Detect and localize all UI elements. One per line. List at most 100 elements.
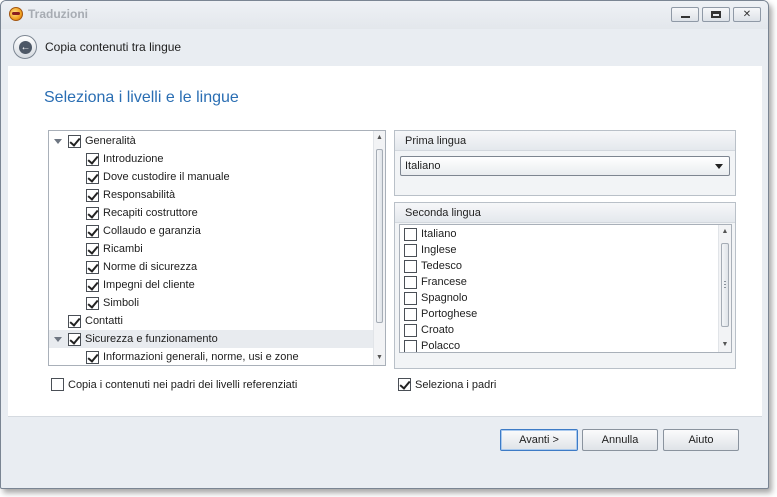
tree-item-label: Collaudo e garanzia [103, 225, 201, 237]
next-button[interactable]: Avanti > [500, 429, 578, 451]
tree-item-label: Generalità [85, 135, 136, 147]
tree-item-checkbox[interactable] [86, 189, 99, 202]
first-language-select[interactable]: Italiano [400, 156, 730, 176]
language-checkbox[interactable] [404, 292, 417, 305]
tree-item-checkbox[interactable] [86, 297, 99, 310]
close-button[interactable]: ✕ [733, 7, 761, 22]
language-item[interactable]: Francese [400, 274, 718, 290]
tree-scroll-thumb[interactable] [376, 149, 383, 323]
language-label: Italiano [421, 228, 457, 240]
tree-item[interactable]: Recapiti costruttore [49, 204, 374, 222]
tree-item[interactable]: Impegni del cliente [49, 276, 374, 294]
levels-tree[interactable]: Informazioni generali, norme, usi e zone… [48, 130, 386, 366]
language-checkbox[interactable] [404, 308, 417, 321]
tree-item-label: Recapiti costruttore [103, 207, 198, 219]
tree-item-checkbox[interactable] [86, 279, 99, 292]
back-arrow-icon: ← [19, 41, 32, 54]
wizard-header: ← Copia contenuti tra lingue [8, 29, 762, 66]
copy-parents-checkbox[interactable] [51, 378, 64, 391]
tree-item[interactable]: Informazioni generali, norme, usi e zone [49, 348, 374, 365]
maximize-button[interactable] [702, 7, 730, 22]
tree-item-checkbox[interactable] [86, 153, 99, 166]
tree-scroll-down[interactable]: ▼ [374, 351, 385, 365]
first-language-header: Prima lingua [395, 131, 735, 151]
page-title: Seleziona i livelli e le lingue [44, 89, 239, 106]
minimize-button[interactable] [671, 7, 699, 22]
wizard-footer: Avanti > Annulla Aiuto [8, 416, 762, 482]
title-bar[interactable]: Traduzioni ✕ [1, 1, 768, 29]
language-checkbox[interactable] [404, 340, 417, 352]
tree-item[interactable]: Dove custodire il manuale [49, 168, 374, 186]
tree-item[interactable]: Generalità [49, 132, 374, 150]
tree-item-label: Sicurezza e funzionamento [85, 333, 218, 345]
content-panel: Seleziona i livelli e le lingue Informaz… [8, 66, 762, 416]
tree-item[interactable]: Sicurezza e funzionamento [49, 330, 374, 348]
tree-item-label: Impegni del cliente [103, 279, 195, 291]
tree-item-label: Contatti [85, 315, 123, 327]
tree-item-checkbox[interactable] [68, 135, 81, 148]
tree-item-checkbox[interactable] [86, 351, 99, 364]
select-parents-checkbox[interactable] [398, 378, 411, 391]
tree-scrollbar[interactable]: ▲ ▼ [373, 131, 385, 365]
language-label: Portoghese [421, 308, 478, 320]
maximize-icon [711, 11, 721, 18]
language-label: Polacco [421, 340, 461, 352]
tree-item[interactable]: Contatti [49, 312, 374, 330]
tree-item-checkbox[interactable] [86, 171, 99, 184]
tree-item-checkbox[interactable] [86, 225, 99, 238]
language-label: Francese [421, 276, 467, 288]
language-label: Inglese [421, 244, 457, 256]
language-item[interactable]: Croato [400, 322, 718, 338]
tree-item-checkbox[interactable] [68, 315, 81, 328]
tree-item[interactable]: Introduzione [49, 150, 374, 168]
back-button[interactable]: ← [13, 35, 37, 59]
tree-item[interactable]: Norme di sicurezza [49, 258, 374, 276]
tree-item-label: Norme di sicurezza [103, 261, 198, 273]
language-checkbox[interactable] [404, 228, 417, 241]
language-scroll-up[interactable]: ▲ [719, 225, 731, 239]
first-language-group: Prima lingua Italiano [394, 130, 736, 196]
language-item[interactable]: Tedesco [400, 258, 718, 274]
tree-item-label: Ricambi [103, 243, 143, 255]
language-checkbox[interactable] [404, 276, 417, 289]
language-checkbox[interactable] [404, 244, 417, 257]
language-scroll-down[interactable]: ▼ [719, 338, 731, 352]
tree-item[interactable]: Ricambi [49, 240, 374, 258]
second-language-list[interactable]: Polacco Croato Portoghese Spagnolo Francese T… [399, 224, 732, 353]
language-label: Tedesco [421, 260, 462, 272]
language-scrollbar[interactable]: ▲ ▼ [718, 225, 731, 352]
tree-item-checkbox[interactable] [86, 243, 99, 256]
tree-scroll-up[interactable]: ▲ [374, 131, 385, 145]
language-item[interactable]: Portoghese [400, 306, 718, 322]
tree-item-checkbox[interactable] [86, 261, 99, 274]
cancel-button[interactable]: Annulla [582, 429, 658, 451]
tree-item[interactable]: Responsabilità [49, 186, 374, 204]
language-scroll-thumb[interactable] [721, 243, 729, 327]
first-language-label: Prima lingua [405, 135, 467, 147]
help-button[interactable]: Aiuto [663, 429, 739, 451]
language-item[interactable]: Polacco [400, 338, 718, 352]
first-language-value: Italiano [405, 160, 441, 172]
tree-item-label: Informazioni generali, norme, usi e zone [103, 351, 299, 363]
second-language-label: Seconda lingua [405, 207, 481, 219]
select-parents-label: Seleziona i padri [415, 379, 497, 391]
grip-icon [724, 281, 726, 288]
tree-item-checkbox[interactable] [86, 207, 99, 220]
copy-parents-label: Copia i contenuti nei padri dei livelli … [68, 379, 298, 391]
tree-item-label: Dove custodire il manuale [103, 171, 230, 183]
language-checkbox[interactable] [404, 260, 417, 273]
tree-item[interactable]: Simboli [49, 294, 374, 312]
language-checkbox[interactable] [404, 324, 417, 337]
expand-arrow-icon[interactable] [54, 337, 62, 342]
header-title: Copia contenuti tra lingue [45, 40, 182, 54]
language-item[interactable]: Inglese [400, 242, 718, 258]
tree-item-checkbox[interactable] [68, 333, 81, 346]
second-language-header: Seconda lingua [395, 203, 735, 223]
app-icon [9, 7, 23, 21]
window-title: Traduzioni [28, 7, 88, 21]
tree-item[interactable]: Collaudo e garanzia [49, 222, 374, 240]
tree-item-label: Responsabilità [103, 189, 176, 201]
language-item[interactable]: Italiano [400, 226, 718, 242]
language-item[interactable]: Spagnolo [400, 290, 718, 306]
expand-arrow-icon[interactable] [54, 139, 62, 144]
